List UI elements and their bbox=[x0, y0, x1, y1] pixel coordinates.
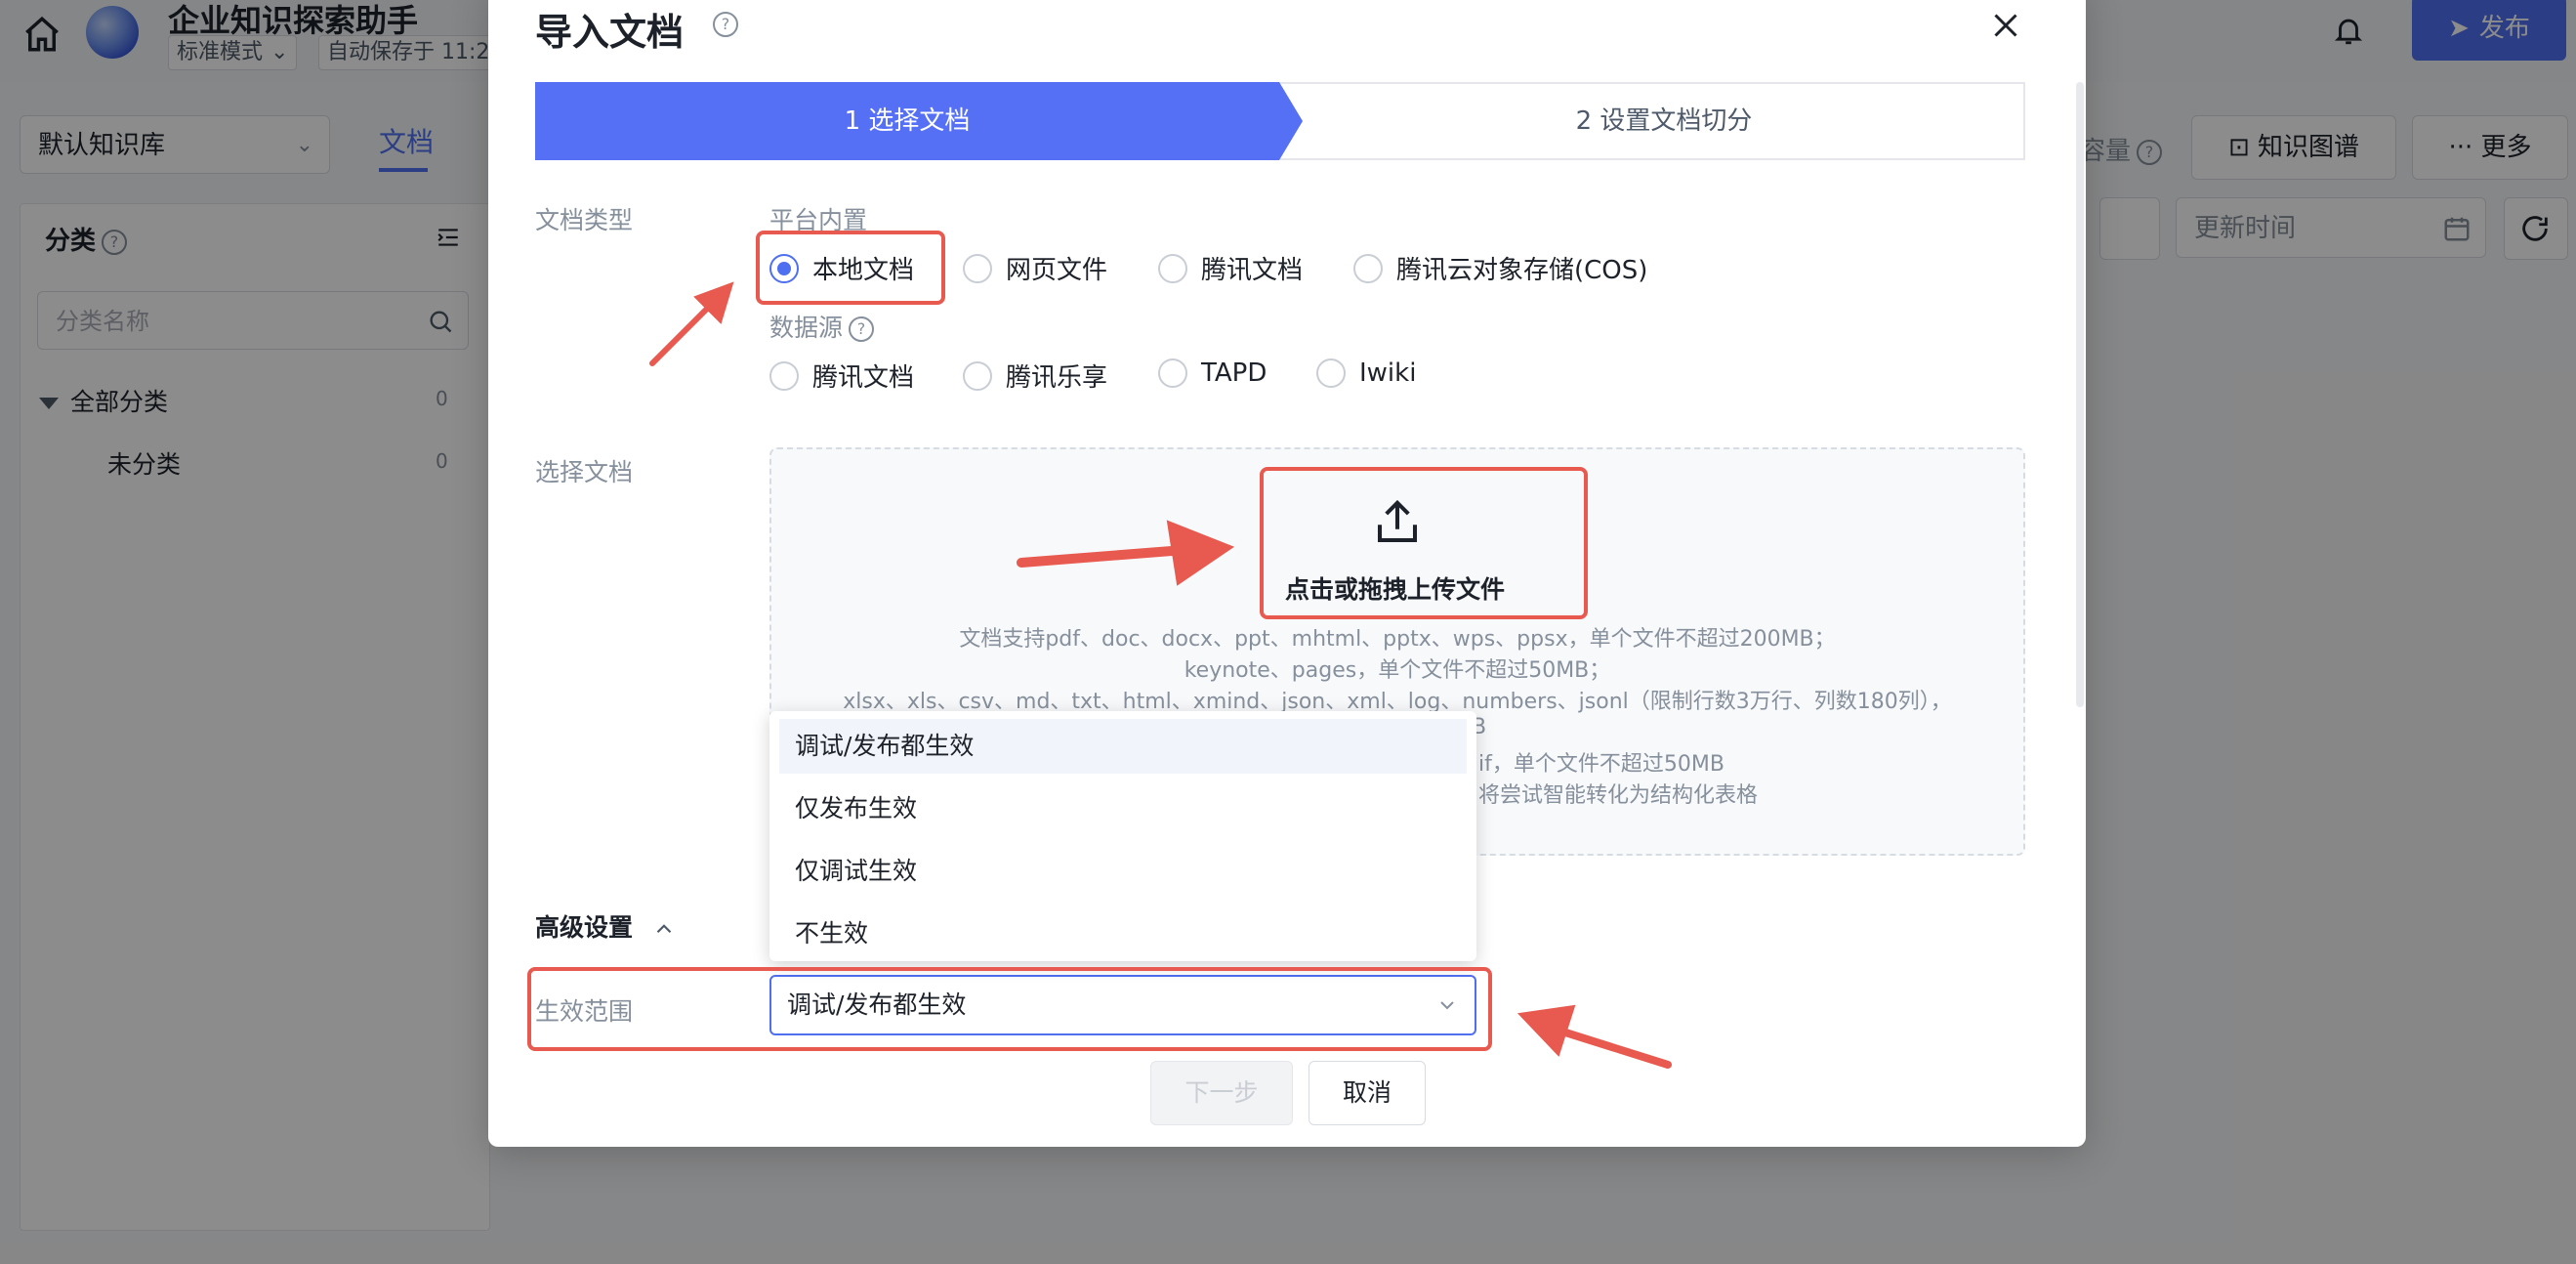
arrow-head-icon bbox=[1166, 520, 1235, 586]
arrow-icon bbox=[1558, 1028, 1672, 1069]
annotation-arrows bbox=[649, 281, 1672, 1069]
arrow-icon bbox=[1017, 546, 1177, 568]
arrow-icon bbox=[649, 302, 714, 366]
arrow-head-icon bbox=[1517, 1004, 1576, 1057]
